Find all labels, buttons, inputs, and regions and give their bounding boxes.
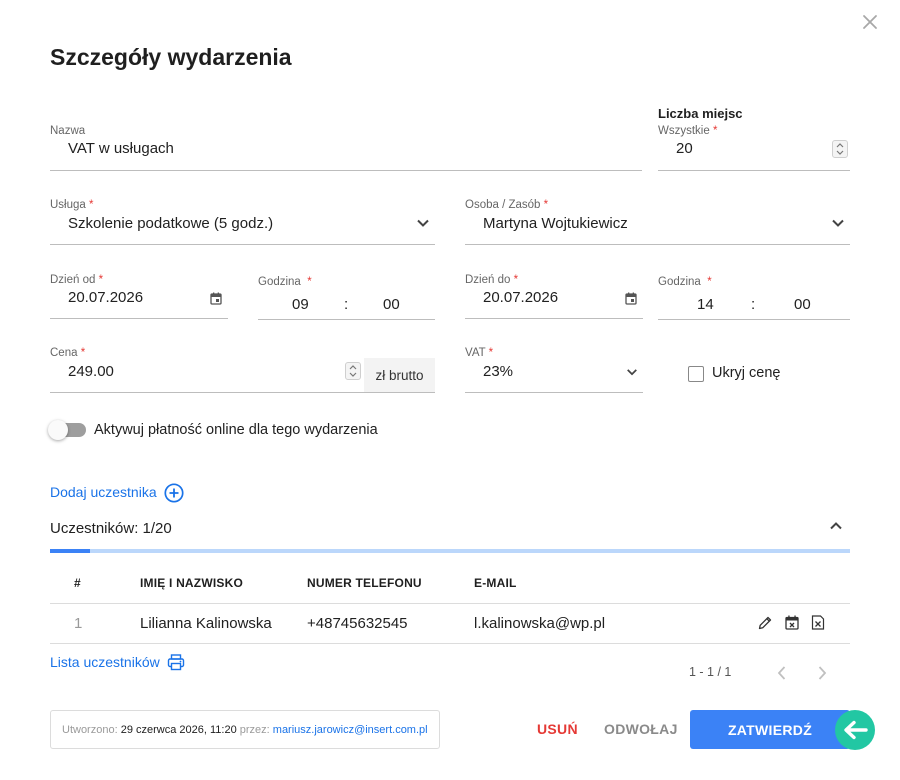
date-to-underline <box>465 318 643 319</box>
date-to-label: Dzień do * <box>465 274 519 286</box>
service-select[interactable]: Szkolenie podatkowe (5 godz.) <box>68 215 273 232</box>
hide-price-checkbox[interactable] <box>688 366 704 382</box>
time-from-label: Godzina * <box>258 276 312 288</box>
time-to-underline <box>658 319 850 320</box>
col-header-index: # <box>74 576 81 590</box>
created-prefix: Utworzono: <box>62 723 118 736</box>
chevron-down-icon[interactable] <box>831 216 845 235</box>
time-from-separator: : <box>344 296 349 313</box>
dialog-title: Szczegóły wydarzenia <box>50 44 292 70</box>
time-to-hour-input[interactable]: 14 <box>697 296 714 313</box>
time-from-underline <box>258 319 435 320</box>
delete-button[interactable]: USUŃ <box>537 721 578 737</box>
calendar-icon[interactable] <box>625 292 637 310</box>
price-underline <box>50 392 435 393</box>
time-from-hour-input[interactable]: 09 <box>292 296 309 313</box>
date-from-label: Dzień od * <box>50 274 104 286</box>
date-to-input[interactable]: 20.07.2026 <box>483 289 558 306</box>
col-header-name: IMIĘ I NAZWISKO <box>140 576 243 590</box>
close-icon[interactable] <box>858 10 882 34</box>
created-by-email[interactable]: mariusz.jarowicz@insert.com.pl <box>273 724 428 736</box>
cancel-event-button[interactable]: ODWOŁAJ <box>604 721 678 737</box>
chevron-left-icon[interactable] <box>775 665 789 686</box>
add-circle-icon[interactable] <box>164 483 184 508</box>
calendar-remove-icon[interactable] <box>785 615 803 633</box>
time-to-label: Godzina * <box>658 276 712 288</box>
edit-icon[interactable] <box>757 615 775 633</box>
date-from-input[interactable]: 20.07.2026 <box>68 289 143 306</box>
row-name: Lilianna Kalinowska <box>140 615 272 632</box>
add-participant-link[interactable]: Dodaj uczestnika <box>50 484 157 500</box>
participants-count: Uczestników: 1/20 <box>50 520 172 537</box>
printer-icon[interactable] <box>167 654 185 676</box>
price-stepper[interactable] <box>345 362 361 380</box>
calendar-icon[interactable] <box>210 292 222 310</box>
col-header-email: E-MAIL <box>474 576 517 590</box>
service-label: Usługa * <box>50 199 94 211</box>
row-phone: +48745632545 <box>307 615 408 632</box>
seats-underline <box>658 170 850 171</box>
created-info: Utworzono: 29 czerwca 2026, 11:20 przez:… <box>50 710 440 749</box>
hide-price-label: Ukryj cenę <box>712 365 781 381</box>
online-payment-label: Aktywuj płatność online dla tego wydarze… <box>94 422 378 438</box>
seats-stepper[interactable] <box>832 140 848 158</box>
seats-input[interactable]: 20 <box>676 140 693 157</box>
arrow-left-icon <box>835 710 875 750</box>
price-label: Cena * <box>50 347 86 359</box>
created-date: 29 czerwca 2026, 11:20 <box>120 723 237 736</box>
pagination-info: 1 - 1 / 1 <box>689 665 732 679</box>
online-payment-toggle-thumb[interactable] <box>48 420 68 440</box>
name-input[interactable]: VAT w usługach <box>68 140 174 157</box>
name-underline <box>50 170 642 171</box>
person-underline <box>465 244 850 245</box>
seats-heading: Liczba miejsc <box>658 106 743 121</box>
vat-select[interactable]: 23% <box>483 363 513 380</box>
remove-participant-icon[interactable] <box>811 615 829 633</box>
chevron-down-icon[interactable] <box>416 216 430 235</box>
price-input[interactable]: 249.00 <box>68 363 114 380</box>
service-underline <box>50 244 435 245</box>
vat-label: VAT * <box>465 347 494 359</box>
name-label: Nazwa <box>50 125 86 137</box>
participants-progress-fill <box>50 549 90 553</box>
row-index: 1 <box>74 615 83 632</box>
participants-list-link[interactable]: Lista uczestników <box>50 654 160 670</box>
person-label: Osoba / Zasób * <box>465 199 549 211</box>
col-header-phone: NUMER TELEFONU <box>307 576 422 590</box>
time-to-separator: : <box>751 296 756 313</box>
row-email: l.kalinowska@wp.pl <box>474 615 606 632</box>
vat-underline <box>465 392 643 393</box>
participants-progress <box>50 549 850 553</box>
chevron-up-icon[interactable] <box>829 519 843 538</box>
chevron-right-icon[interactable] <box>815 665 829 686</box>
person-select[interactable]: Martyna Wojtukiewicz <box>483 215 628 232</box>
seats-label: Wszystkie * <box>658 125 718 137</box>
price-suffix: zł brutto <box>364 358 435 392</box>
confirm-button[interactable]: ZATWIERDŹ <box>690 710 850 749</box>
created-by-prefix: przez: <box>239 723 270 736</box>
date-from-underline <box>50 318 228 319</box>
time-to-minute-input[interactable]: 00 <box>794 296 811 313</box>
table-row-divider <box>50 643 850 644</box>
time-from-minute-input[interactable]: 00 <box>383 296 400 313</box>
chevron-down-icon[interactable] <box>626 365 638 383</box>
